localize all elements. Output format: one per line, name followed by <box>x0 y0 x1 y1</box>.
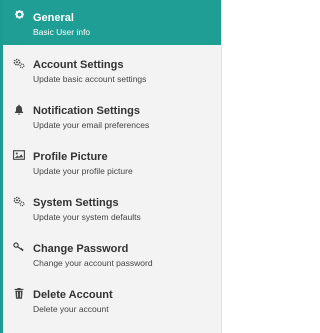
gears-icon <box>13 195 25 207</box>
menu-item-notification-settings[interactable]: Notification Settings Update your email … <box>3 92 221 138</box>
menu-item-title: System Settings <box>33 197 119 209</box>
menu-item-general[interactable]: General Basic User info <box>3 0 221 45</box>
gear-icon <box>13 8 25 20</box>
menu-item-subtitle: Update your system defaults <box>33 212 141 222</box>
bell-icon <box>13 103 25 115</box>
menu-item-profile-picture[interactable]: Profile Picture Update your profile pict… <box>3 138 221 184</box>
settings-menu: General Basic User info Account Settings… <box>3 0 222 333</box>
menu-item-subtitle: Update your profile picture <box>33 166 133 176</box>
menu-item-system-settings[interactable]: System Settings Update your system defau… <box>3 184 221 230</box>
menu-item-title: Account Settings <box>33 59 124 71</box>
settings-panel: General Basic User info Account Settings… <box>0 0 222 333</box>
menu-item-title: Change Password <box>33 243 129 255</box>
menu-item-subtitle: Change your account password <box>33 258 153 268</box>
gears-icon <box>13 57 25 69</box>
menu-item-title: Profile Picture <box>33 151 108 163</box>
menu-item-subtitle: Delete your account <box>33 304 109 314</box>
menu-item-title: Notification Settings <box>33 105 140 117</box>
menu-item-change-password[interactable]: Change Password Change your account pass… <box>3 230 221 276</box>
menu-item-title: General <box>33 12 74 24</box>
picture-icon <box>13 149 25 161</box>
key-icon <box>13 241 25 253</box>
trash-icon <box>13 287 25 299</box>
menu-item-title: Delete Account <box>33 289 113 301</box>
menu-item-subtitle: Basic User info <box>33 27 91 37</box>
menu-item-subtitle: Update basic account settings <box>33 74 147 84</box>
menu-item-account-settings[interactable]: Account Settings Update basic account se… <box>3 46 221 92</box>
menu-item-subtitle: Update your email preferences <box>33 120 150 130</box>
menu-item-delete-account[interactable]: Delete Account Delete your account <box>3 276 221 322</box>
